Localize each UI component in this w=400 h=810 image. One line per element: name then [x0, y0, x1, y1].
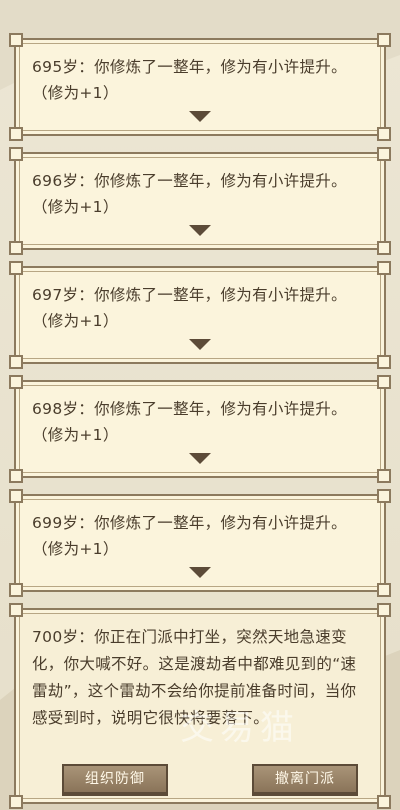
corner-ornament: [377, 355, 391, 369]
corner-ornament: [9, 583, 23, 597]
corner-ornament: [9, 489, 23, 503]
corner-ornament: [9, 241, 23, 255]
corner-ornament: [9, 469, 23, 483]
log-entry-text: 696岁：你修炼了一整年，修为有小许提升。（修为+1）: [32, 172, 347, 216]
log-card: 699岁：你修炼了一整年，修为有小许提升。（修为+1）: [9, 489, 391, 597]
expand-arrow-icon[interactable]: [189, 339, 211, 350]
corner-ornament: [9, 355, 23, 369]
expand-arrow-icon[interactable]: [189, 567, 211, 578]
corner-ornament: [377, 241, 391, 255]
corner-ornament: [377, 603, 391, 617]
log-card: 697岁：你修炼了一整年，修为有小许提升。（修为+1）: [9, 261, 391, 369]
corner-ornament: [377, 33, 391, 47]
log-entry-text: 698岁：你修炼了一整年，修为有小许提升。（修为+1）: [32, 400, 347, 444]
watermark-logo: 交易猫: [180, 708, 300, 748]
corner-ornament: [377, 469, 391, 483]
log-entry-text: 697岁：你修炼了一整年，修为有小许提升。（修为+1）: [32, 286, 347, 330]
expand-arrow-icon[interactable]: [189, 111, 211, 122]
expand-arrow-icon[interactable]: [189, 225, 211, 236]
corner-ornament: [9, 33, 23, 47]
corner-ornament: [9, 261, 23, 275]
corner-ornament: [9, 127, 23, 141]
log-card: 696岁：你修炼了一整年，修为有小许提升。（修为+1）: [9, 147, 391, 255]
log-card: 698岁：你修炼了一整年，修为有小许提升。（修为+1）: [9, 375, 391, 483]
withdraw-sect-button[interactable]: 撤离门派: [252, 764, 358, 794]
log-entry-text: 699岁：你修炼了一整年，修为有小许提升。（修为+1）: [32, 514, 347, 558]
corner-ornament: [377, 489, 391, 503]
corner-ornament: [9, 147, 23, 161]
corner-ornament: [377, 583, 391, 597]
corner-ornament: [9, 603, 23, 617]
log-entry-text: 695岁：你修炼了一整年，修为有小许提升。（修为+1）: [32, 58, 347, 102]
corner-ornament: [377, 127, 391, 141]
game-log-screen: 695岁：你修炼了一整年，修为有小许提升。（修为+1） 696岁：你修炼了一整年…: [0, 0, 400, 810]
corner-ornament: [9, 375, 23, 389]
corner-ornament: [377, 375, 391, 389]
expand-arrow-icon[interactable]: [189, 453, 211, 464]
log-card: 695岁：你修炼了一整年，修为有小许提升。（修为+1）: [9, 33, 391, 141]
organize-defense-button[interactable]: 组织防御: [62, 764, 168, 794]
corner-ornament: [377, 261, 391, 275]
corner-ornament: [377, 795, 391, 809]
corner-ornament: [9, 795, 23, 809]
corner-ornament: [377, 147, 391, 161]
